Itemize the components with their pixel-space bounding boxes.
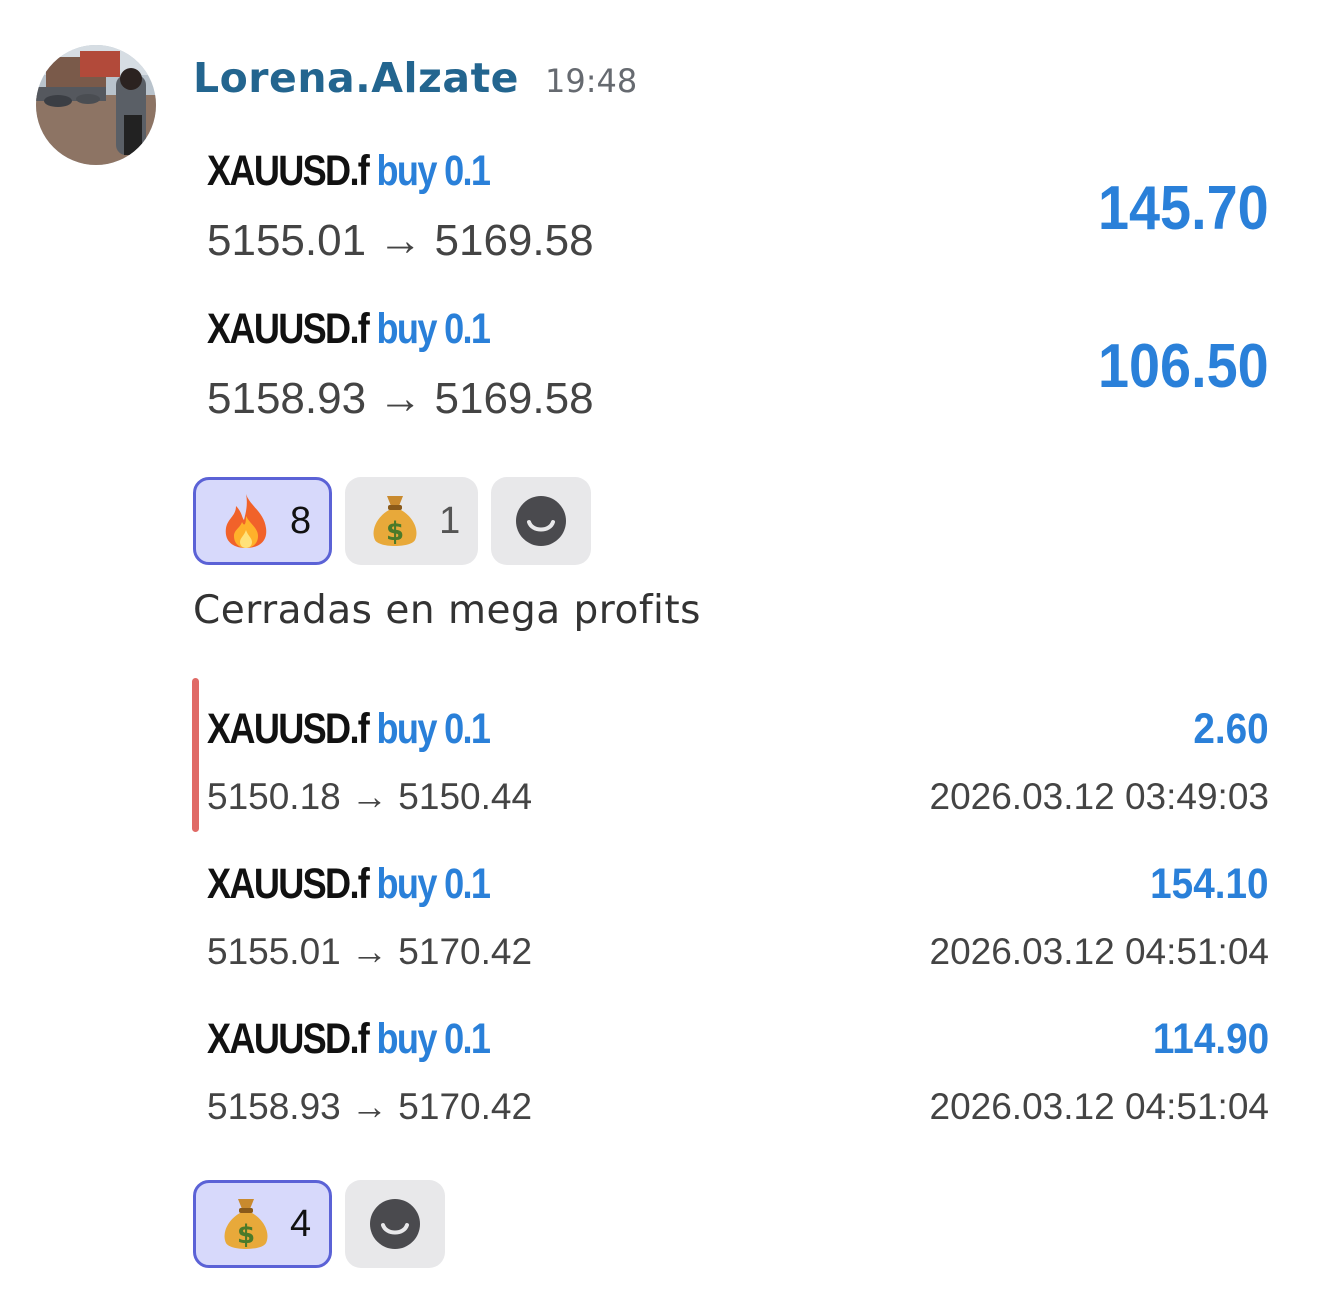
trade-side: buy 0.1 [376, 305, 491, 353]
reaction-count: 8 [290, 499, 312, 542]
reaction-fire[interactable]: 8 [193, 477, 333, 565]
trade-symbol: XAUUSD.f buy 0.1 [207, 860, 491, 908]
trade-prices: 5158.93 → 5169.58 [207, 374, 594, 423]
trade-profit: 114.90 [1152, 1015, 1269, 1063]
trade-prices: 5155.01 → 5170.42 [207, 931, 533, 972]
trade-symbol: XAUUSD.f buy 0.1 [207, 147, 491, 195]
author-name[interactable]: Lorena.Alzate [193, 54, 519, 102]
money-bag-icon: $ [367, 491, 423, 551]
trade-row: XAUUSD.f buy 0.1 5158.93 → 5169.58 106.50 [207, 305, 1269, 424]
trade-profit: 2.60 [1193, 705, 1269, 753]
trade-prices: 5158.93 → 5170.42 [207, 1086, 533, 1127]
trade-symbol: XAUUSD.f buy 0.1 [207, 1015, 491, 1063]
trade-row: XAUUSD.f buy 0.1 5150.18 → 5150.44 2.60 2… [207, 708, 1269, 818]
reactions-bar: $ 4 [193, 1180, 446, 1268]
trade-symbol: XAUUSD.f buy 0.1 [207, 305, 491, 353]
trade-timestamp: 2026.03.12 04:51:04 [929, 1086, 1270, 1127]
trade-row: XAUUSD.f buy 0.1 5155.01 → 5170.42 154.10… [207, 863, 1269, 973]
trade-prices: 5150.18 → 5150.44 [207, 776, 533, 817]
add-reaction-button[interactable] [345, 1180, 446, 1268]
highlight-bar [192, 678, 199, 832]
add-reaction-button[interactable] [491, 477, 592, 565]
reaction-money-bag[interactable]: $ 1 [345, 477, 479, 565]
trade-row: XAUUSD.f buy 0.1 5158.93 → 5170.42 114.90… [207, 1018, 1269, 1128]
message-time: 19:48 [544, 62, 638, 100]
reaction-money-bag[interactable]: $ 4 [193, 1180, 333, 1268]
trade-profit: 145.70 [1098, 174, 1269, 243]
trade-timestamp: 2026.03.12 04:51:04 [929, 931, 1270, 972]
trade-profit: 106.50 [1098, 332, 1269, 401]
trade-side: buy 0.1 [376, 1015, 491, 1063]
reactions-bar: 8 $ 1 [193, 477, 592, 565]
avatar[interactable] [36, 45, 156, 165]
smiley-icon [370, 1199, 421, 1249]
message-header: Lorena.Alzate 19:48 [193, 54, 637, 102]
trade-side: buy 0.1 [376, 860, 491, 908]
trade-side: buy 0.1 [376, 147, 491, 195]
reaction-count: 4 [290, 1202, 312, 1245]
trade-prices: 5155.01 → 5169.58 [207, 216, 594, 265]
svg-text:$: $ [386, 517, 404, 547]
trade-row: XAUUSD.f buy 0.1 5155.01 → 5169.58 145.70 [207, 147, 1269, 266]
svg-text:$: $ [237, 1220, 255, 1250]
trade-timestamp: 2026.03.12 03:49:03 [929, 776, 1270, 817]
reaction-count: 1 [439, 499, 461, 542]
message-text: Cerradas en mega profits [193, 588, 701, 633]
trade-profit: 154.10 [1150, 860, 1269, 908]
trade-side: buy 0.1 [376, 705, 491, 753]
money-bag-icon: $ [218, 1194, 274, 1254]
fire-icon [218, 491, 274, 551]
smiley-icon [516, 496, 567, 546]
trade-symbol: XAUUSD.f buy 0.1 [207, 705, 491, 753]
